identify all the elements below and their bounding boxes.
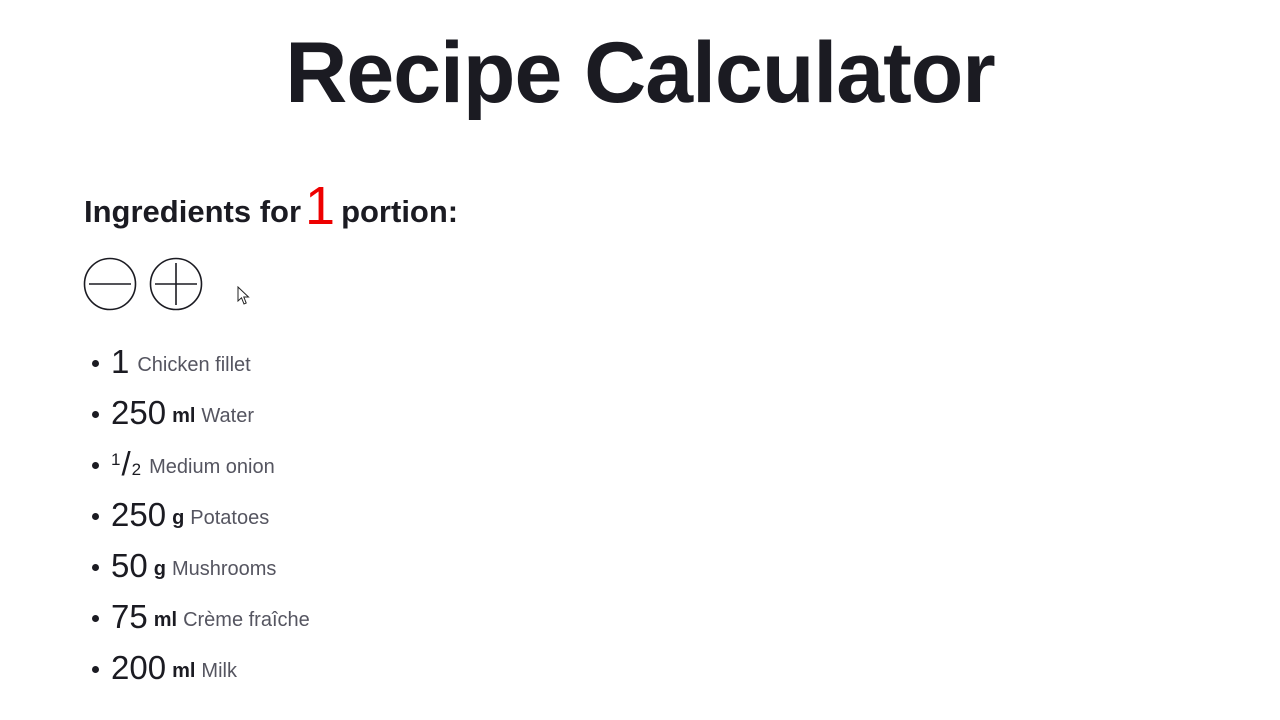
ingredient-item: 250 ml Water bbox=[88, 387, 310, 438]
plus-circle-icon bbox=[149, 257, 203, 311]
portion-heading: Ingredients for1 portion: bbox=[84, 176, 458, 242]
ingredient-unit: g bbox=[172, 507, 185, 529]
ingredient-name: Milk bbox=[201, 660, 237, 682]
bullet-icon bbox=[92, 615, 99, 622]
ingredient-quantity: 1 bbox=[111, 342, 130, 380]
ingredient-unit: g bbox=[153, 558, 166, 580]
ingredient-item: 200 ml Milk bbox=[88, 642, 310, 693]
ingredient-quantity: 250 bbox=[111, 495, 167, 533]
bullet-icon bbox=[92, 513, 99, 520]
decrease-portion-button[interactable] bbox=[83, 257, 137, 311]
ingredient-name: Crème fraîche bbox=[183, 609, 310, 631]
bullet-icon bbox=[92, 360, 99, 367]
ingredient-list: 1 Chicken fillet 250 ml Water 1/2 Medium… bbox=[88, 336, 310, 693]
fraction-denominator: 2 bbox=[131, 459, 142, 479]
ingredient-unit: ml bbox=[172, 660, 196, 682]
portion-count: 1 bbox=[305, 176, 336, 236]
ingredient-unit: ml bbox=[172, 405, 196, 427]
ingredient-name: Chicken fillet bbox=[137, 354, 251, 376]
ingredient-item: 1 Chicken fillet bbox=[88, 336, 310, 387]
ingredient-name: Medium onion bbox=[149, 456, 275, 478]
ingredient-name: Water bbox=[201, 405, 255, 427]
increase-portion-button[interactable] bbox=[149, 257, 203, 311]
recipe-calculator-page: Recipe Calculator Ingredients for1 portio… bbox=[0, 0, 1280, 720]
bullet-icon bbox=[92, 564, 99, 571]
ingredient-quantity: 200 bbox=[111, 648, 167, 686]
ingredient-name: Potatoes bbox=[190, 507, 270, 529]
ingredient-quantity: 1/2 bbox=[111, 444, 142, 482]
bullet-icon bbox=[92, 666, 99, 673]
portion-heading-prefix: Ingredients for bbox=[84, 194, 302, 229]
ingredient-quantity: 50 bbox=[111, 546, 148, 584]
ingredient-quantity: 250 bbox=[111, 393, 167, 431]
mouse-cursor-icon bbox=[237, 285, 251, 311]
ingredient-item: 250 g Potatoes bbox=[88, 489, 310, 540]
ingredient-unit: ml bbox=[153, 609, 178, 631]
ingredient-item: 50 g Mushrooms bbox=[88, 540, 310, 591]
minus-circle-icon bbox=[83, 257, 137, 311]
page-title: Recipe Calculator bbox=[285, 25, 995, 121]
ingredient-item: 1/2 Medium onion bbox=[88, 438, 310, 489]
portion-heading-suffix: portion: bbox=[341, 194, 459, 229]
bullet-icon bbox=[92, 462, 99, 469]
ingredient-item: 75 ml Crème fraîche bbox=[88, 591, 310, 642]
bullet-icon bbox=[92, 411, 99, 418]
fraction-numerator: 1 bbox=[111, 449, 121, 469]
ingredient-name: Mushrooms bbox=[171, 558, 277, 580]
ingredient-quantity: 75 bbox=[111, 597, 148, 635]
portion-controls bbox=[83, 257, 203, 311]
